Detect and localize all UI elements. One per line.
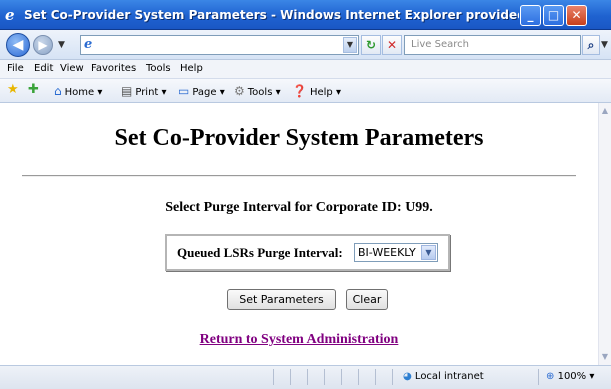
intranet-icon: ◕ xyxy=(403,371,412,382)
status-divider xyxy=(375,369,376,385)
address-bar[interactable]: e ▼ xyxy=(80,35,359,55)
purge-subtitle: Select Purge Interval for Corporate ID: … xyxy=(165,200,433,215)
status-bar: ◕ Local intranet ⊕ 100% ▾ xyxy=(0,365,611,389)
vertical-scrollbar[interactable]: ▲ ▼ xyxy=(598,103,611,365)
tools-menu-label: Tools xyxy=(247,87,273,98)
divider xyxy=(22,175,576,177)
help-menu-label: Help xyxy=(309,87,333,98)
search-input[interactable]: Live Search xyxy=(404,35,581,55)
navigation-bar: ◀ ▶ ▼ e ▼ ↻ ✕ Live Search ⌕ ▼ xyxy=(0,30,611,60)
status-divider xyxy=(307,369,308,385)
menu-edit[interactable]: Edit xyxy=(34,63,53,74)
menu-help[interactable]: Help xyxy=(180,63,203,74)
return-to-admin-link[interactable]: Return to System Administration xyxy=(0,332,598,348)
menu-view[interactable]: View xyxy=(60,63,84,74)
zoom-level: 100% xyxy=(557,371,587,382)
gear-icon: ⚙ xyxy=(234,84,245,98)
status-divider xyxy=(341,369,342,385)
print-label: Print xyxy=(135,87,159,98)
set-parameters-button[interactable]: Set Parameters xyxy=(227,289,336,310)
maximize-button[interactable]: □ xyxy=(543,5,564,26)
favorites-star-icon[interactable]: ★ xyxy=(7,82,19,97)
back-button[interactable]: ◀ xyxy=(6,33,30,57)
purge-interval-select[interactable]: BI-WEEKLY ▼ xyxy=(354,243,438,262)
zoom-control[interactable]: ⊕ 100% ▾ xyxy=(546,371,594,382)
search-icon[interactable]: ⌕ xyxy=(582,35,600,55)
minimize-button[interactable]: _ xyxy=(520,5,541,26)
security-zone[interactable]: ◕ Local intranet xyxy=(403,371,484,382)
scroll-up-icon[interactable]: ▲ xyxy=(600,106,610,116)
window-title: Set Co-Provider System Parameters - Wind… xyxy=(24,8,519,22)
status-divider xyxy=(290,369,291,385)
home-label: Home xyxy=(64,87,95,98)
print-icon: ▤ xyxy=(121,84,133,98)
stop-button[interactable]: ✕ xyxy=(382,35,402,55)
help-icon: ❓ xyxy=(292,84,307,98)
status-divider xyxy=(273,369,274,385)
home-icon: ⌂ xyxy=(54,84,62,98)
purge-interval-label: Queued LSRs Purge Interval: xyxy=(177,245,343,260)
menu-file[interactable]: File xyxy=(7,63,24,74)
status-divider xyxy=(324,369,325,385)
recent-pages-chevron-icon[interactable]: ▼ xyxy=(58,40,65,50)
command-bar: ★ ✚ ⌂ Home ▾ ▤ Print ▾ ▭ Page ▾ ⚙ Tools ▾ ❓ H… xyxy=(0,79,611,103)
close-button[interactable]: ✕ xyxy=(566,5,587,26)
menu-tools[interactable]: Tools xyxy=(146,63,171,74)
forward-button[interactable]: ▶ xyxy=(33,35,53,55)
menu-favorites[interactable]: Favorites xyxy=(91,63,136,74)
purge-interval-box: Queued LSRs Purge Interval: BI-WEEKLY ▼ xyxy=(165,234,450,271)
address-dropdown-icon[interactable]: ▼ xyxy=(343,37,357,53)
status-divider xyxy=(538,369,539,385)
status-divider xyxy=(392,369,393,385)
page-title: Set Co-Provider System Parameters xyxy=(114,125,484,151)
security-zone-label: Local intranet xyxy=(414,371,484,382)
add-favorite-icon[interactable]: ✚ xyxy=(28,82,39,97)
page-content: Set Co-Provider System Parameters Select… xyxy=(0,103,598,365)
window-title-bar[interactable]: e Set Co-Provider System Parameters - Wi… xyxy=(0,0,611,30)
purge-interval-value: BI-WEEKLY xyxy=(358,246,416,259)
ie-logo-icon: e xyxy=(5,6,15,24)
zoom-icon: ⊕ xyxy=(546,371,555,382)
page-menu-label: Page xyxy=(192,87,217,98)
print-button[interactable]: ▤ Print ▾ xyxy=(121,84,167,98)
chevron-down-icon[interactable]: ▼ xyxy=(421,245,436,260)
page-menu-icon: ▭ xyxy=(178,84,190,98)
tools-menu-button[interactable]: ⚙ Tools ▾ xyxy=(234,84,281,98)
page-menu-button[interactable]: ▭ Page ▾ xyxy=(178,84,225,98)
status-divider xyxy=(358,369,359,385)
page-icon: e xyxy=(84,37,93,52)
clear-button[interactable]: Clear xyxy=(346,289,388,310)
menu-bar: File Edit View Favorites Tools Help xyxy=(0,60,611,79)
scroll-down-icon[interactable]: ▼ xyxy=(600,352,610,362)
search-options-chevron-icon[interactable]: ▼ xyxy=(601,40,608,50)
refresh-button[interactable]: ↻ xyxy=(361,35,381,55)
home-button[interactable]: ⌂ Home ▾ xyxy=(54,84,102,98)
help-menu-button[interactable]: ❓ Help ▾ xyxy=(292,84,341,98)
